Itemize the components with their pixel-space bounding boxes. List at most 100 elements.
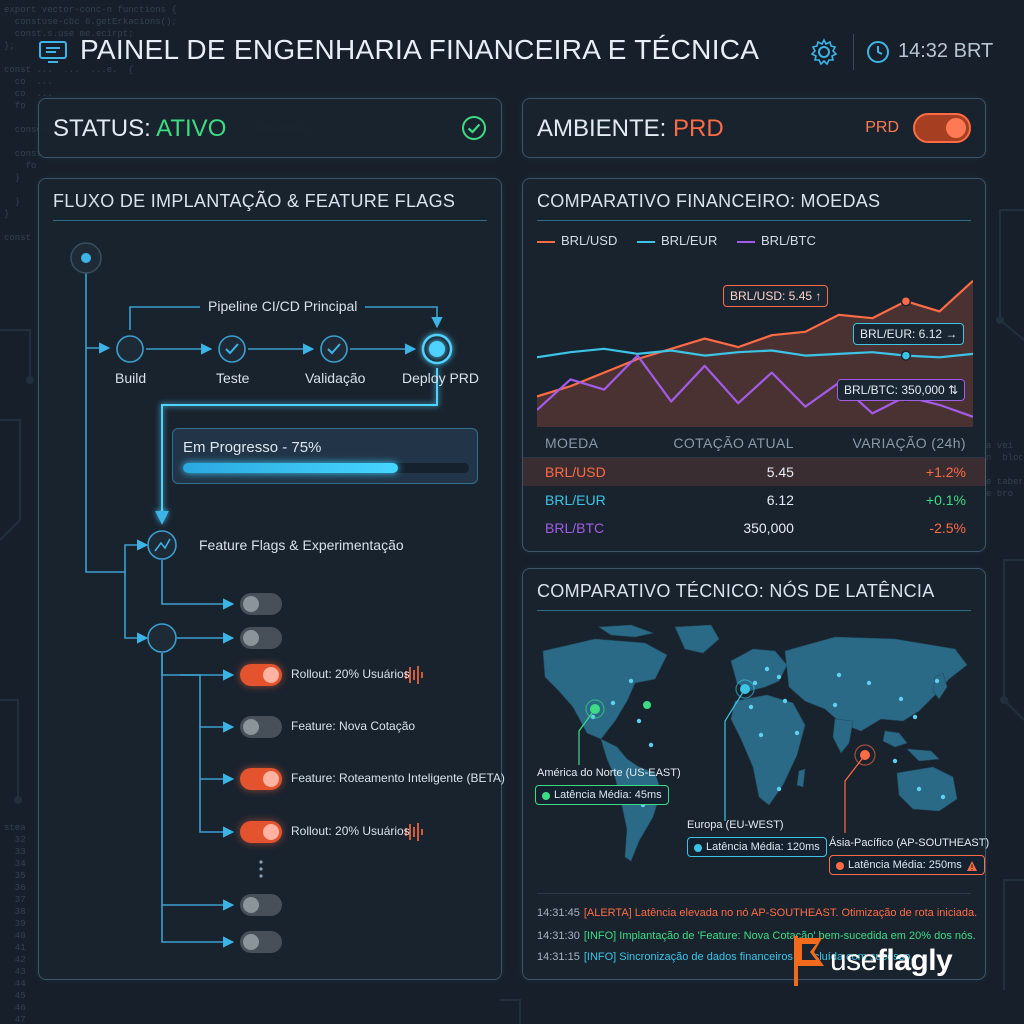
callout-usd: BRL/USD: 5.45 ↑ bbox=[723, 285, 829, 307]
brand-name: useflagly bbox=[830, 944, 953, 978]
feature-flag-toggle[interactable] bbox=[240, 716, 282, 738]
legend-label-eur: BRL/EUR bbox=[660, 233, 718, 248]
environment-text: AMBIENTE: PRD bbox=[537, 115, 724, 143]
toggle-knob bbox=[263, 667, 279, 683]
check-circle-icon bbox=[462, 116, 486, 140]
latency-badge-eu[interactable]: Latência Média: 120ms bbox=[687, 837, 827, 857]
legend-label-btc: BRL/BTC bbox=[760, 233, 816, 248]
status-panel: STATUS: ATIVO bbox=[38, 98, 502, 158]
legend-label-usd: BRL/USD bbox=[561, 233, 618, 248]
warning-icon bbox=[966, 861, 977, 871]
environment-toggle[interactable] bbox=[913, 113, 971, 143]
stage-validation[interactable]: Validação bbox=[305, 370, 365, 386]
latency-value-ap: Latência Média: 250ms bbox=[848, 859, 962, 871]
latency-value-eu: Latência Média: 120ms bbox=[706, 841, 820, 853]
col-currency: MOEDA bbox=[545, 435, 599, 451]
progress-label: Em Progresso - 75% bbox=[183, 439, 322, 456]
quote-cell: 5.45 bbox=[766, 464, 794, 480]
stage-build[interactable]: Build bbox=[115, 370, 146, 386]
latency-badge-ap[interactable]: Latência Média: 250ms bbox=[829, 855, 985, 875]
legend-item-usd: BRL/USD bbox=[537, 233, 617, 248]
page-title: PAINEL DE ENGENHARIA FINANCEIRA E TÉCNIC… bbox=[80, 34, 760, 65]
change-cell: -2.5% bbox=[929, 520, 966, 536]
progress-track bbox=[183, 463, 469, 473]
currency-table: MOEDA COTAÇÃO ATUAL VARIAÇÃO (24h) BRL/U… bbox=[523, 429, 986, 542]
finance-title-rule bbox=[537, 220, 971, 221]
legend-swatch-usd bbox=[537, 240, 555, 243]
pair-cell: BRL/BTC bbox=[545, 520, 605, 536]
stage-test[interactable]: Teste bbox=[216, 370, 249, 386]
progress-fill bbox=[183, 463, 398, 473]
table-row[interactable]: BRL/USD 5.45 +1.2% bbox=[523, 457, 986, 486]
status-dot-eu bbox=[694, 844, 702, 852]
toggle-knob bbox=[243, 897, 259, 913]
environment-toggle-label: PRD bbox=[865, 119, 899, 136]
toggle-knob bbox=[946, 118, 966, 138]
status-label: STATUS: bbox=[53, 115, 151, 142]
latency-badge-na[interactable]: Latência Média: 45ms bbox=[535, 785, 669, 805]
region-label-eu: Europa (EU-WEST) bbox=[687, 819, 784, 831]
status-value: ATIVO bbox=[156, 115, 227, 142]
callout-btc: BRL/BTC: 350,000 ⇅ bbox=[837, 379, 966, 401]
header: PAINEL DE ENGENHARIA FINANCEIRA E TÉCNIC… bbox=[0, 0, 1024, 100]
table-row[interactable]: BRL/EUR 6.12 +0.1% bbox=[523, 486, 986, 514]
feature-flag-toggle[interactable] bbox=[240, 664, 282, 686]
log-divider bbox=[537, 893, 971, 894]
feature-flag-label: Feature: Roteamento Inteligente (BETA) bbox=[291, 771, 505, 785]
feature-flag-toggle[interactable] bbox=[240, 931, 282, 953]
legend-swatch-eur bbox=[636, 240, 655, 243]
latency-panel-title: COMPARATIVO TÉCNICO: NÓS DE LATÊNCIA bbox=[537, 581, 935, 601]
log-line: 14:31:45 [ALERTA] Latência elevada no nó … bbox=[537, 907, 977, 919]
toggle-knob bbox=[243, 934, 259, 950]
feature-flag-toggle[interactable] bbox=[240, 768, 282, 790]
region-label-ap: Ásia-Pacífico (AP-SOUTHEAST) bbox=[829, 837, 990, 849]
change-cell: +0.1% bbox=[925, 492, 966, 508]
gear-icon[interactable] bbox=[810, 38, 838, 66]
quote-cell: 6.12 bbox=[766, 492, 794, 508]
status-dot-ap bbox=[836, 862, 844, 870]
environment-panel: AMBIENTE: PRD PRD bbox=[522, 98, 986, 158]
pipeline-label: Pipeline CI/CD Principal bbox=[208, 298, 358, 314]
feature-flags-title: Feature Flags & Experimentação bbox=[199, 537, 404, 553]
legend-item-btc: BRL/BTC bbox=[736, 233, 816, 248]
pair-cell: BRL/USD bbox=[545, 464, 606, 480]
table-header-row: MOEDA COTAÇÃO ATUAL VARIAÇÃO (24h) bbox=[523, 429, 986, 458]
status-text: STATUS: ATIVO bbox=[53, 115, 226, 143]
toggle-knob bbox=[243, 630, 259, 646]
callout-eur: BRL/EUR: 6.12 → bbox=[853, 323, 965, 345]
table-row[interactable]: BRL/BTC 350,000 -2.5% bbox=[523, 514, 986, 542]
series-marker-brl-eur[interactable] bbox=[900, 350, 912, 361]
change-cell: +1.2% bbox=[925, 464, 966, 480]
toggle-knob bbox=[243, 719, 259, 735]
clock-icon bbox=[867, 41, 889, 63]
region-label-na: América do Norte (US-EAST) bbox=[537, 767, 681, 779]
latency-panel: COMPARATIVO TÉCNICO: NÓS DE LATÊNCIA Amé… bbox=[522, 568, 990, 980]
brand-main: flagly bbox=[876, 944, 953, 977]
latency-title-rule bbox=[537, 610, 971, 611]
feature-flag-toggle[interactable] bbox=[240, 894, 282, 916]
series-marker-brl-usd[interactable] bbox=[900, 295, 912, 307]
feature-flag-toggle[interactable] bbox=[240, 627, 282, 649]
feature-flag-label: Rollout: 20% Usuários bbox=[291, 667, 410, 681]
quote-cell: 350,000 bbox=[743, 520, 794, 536]
legend-swatch-btc bbox=[736, 240, 755, 243]
log-timestamp: 14:31:15 bbox=[537, 951, 580, 963]
toggle-knob bbox=[263, 824, 279, 840]
feature-flag-toggle[interactable] bbox=[240, 821, 282, 843]
legend-item-eur: BRL/EUR bbox=[636, 233, 718, 248]
feature-flag-label: Feature: Nova Cotação bbox=[291, 719, 416, 733]
stage-deploy-prd[interactable]: Deploy PRD bbox=[402, 370, 479, 386]
log-timestamp: 14:31:45 bbox=[537, 907, 580, 919]
col-change: VARIAÇÃO (24h) bbox=[852, 435, 966, 451]
flow-title-rule bbox=[53, 220, 487, 221]
brand-logo: useflagly bbox=[790, 932, 1000, 990]
col-quote: COTAÇÃO ATUAL bbox=[673, 435, 794, 451]
feature-flag-label: Rollout: 20% Usuários bbox=[291, 824, 410, 838]
environment-label: AMBIENTE: bbox=[537, 115, 667, 142]
deploy-progress-card: Em Progresso - 75% bbox=[172, 428, 478, 484]
log-timestamp: 14:31:30 bbox=[537, 930, 580, 942]
toggle-knob bbox=[263, 771, 279, 787]
current-time: 14:32 BRT bbox=[898, 40, 994, 62]
environment-value: PRD bbox=[673, 115, 724, 142]
feature-flag-toggle[interactable] bbox=[240, 593, 282, 615]
